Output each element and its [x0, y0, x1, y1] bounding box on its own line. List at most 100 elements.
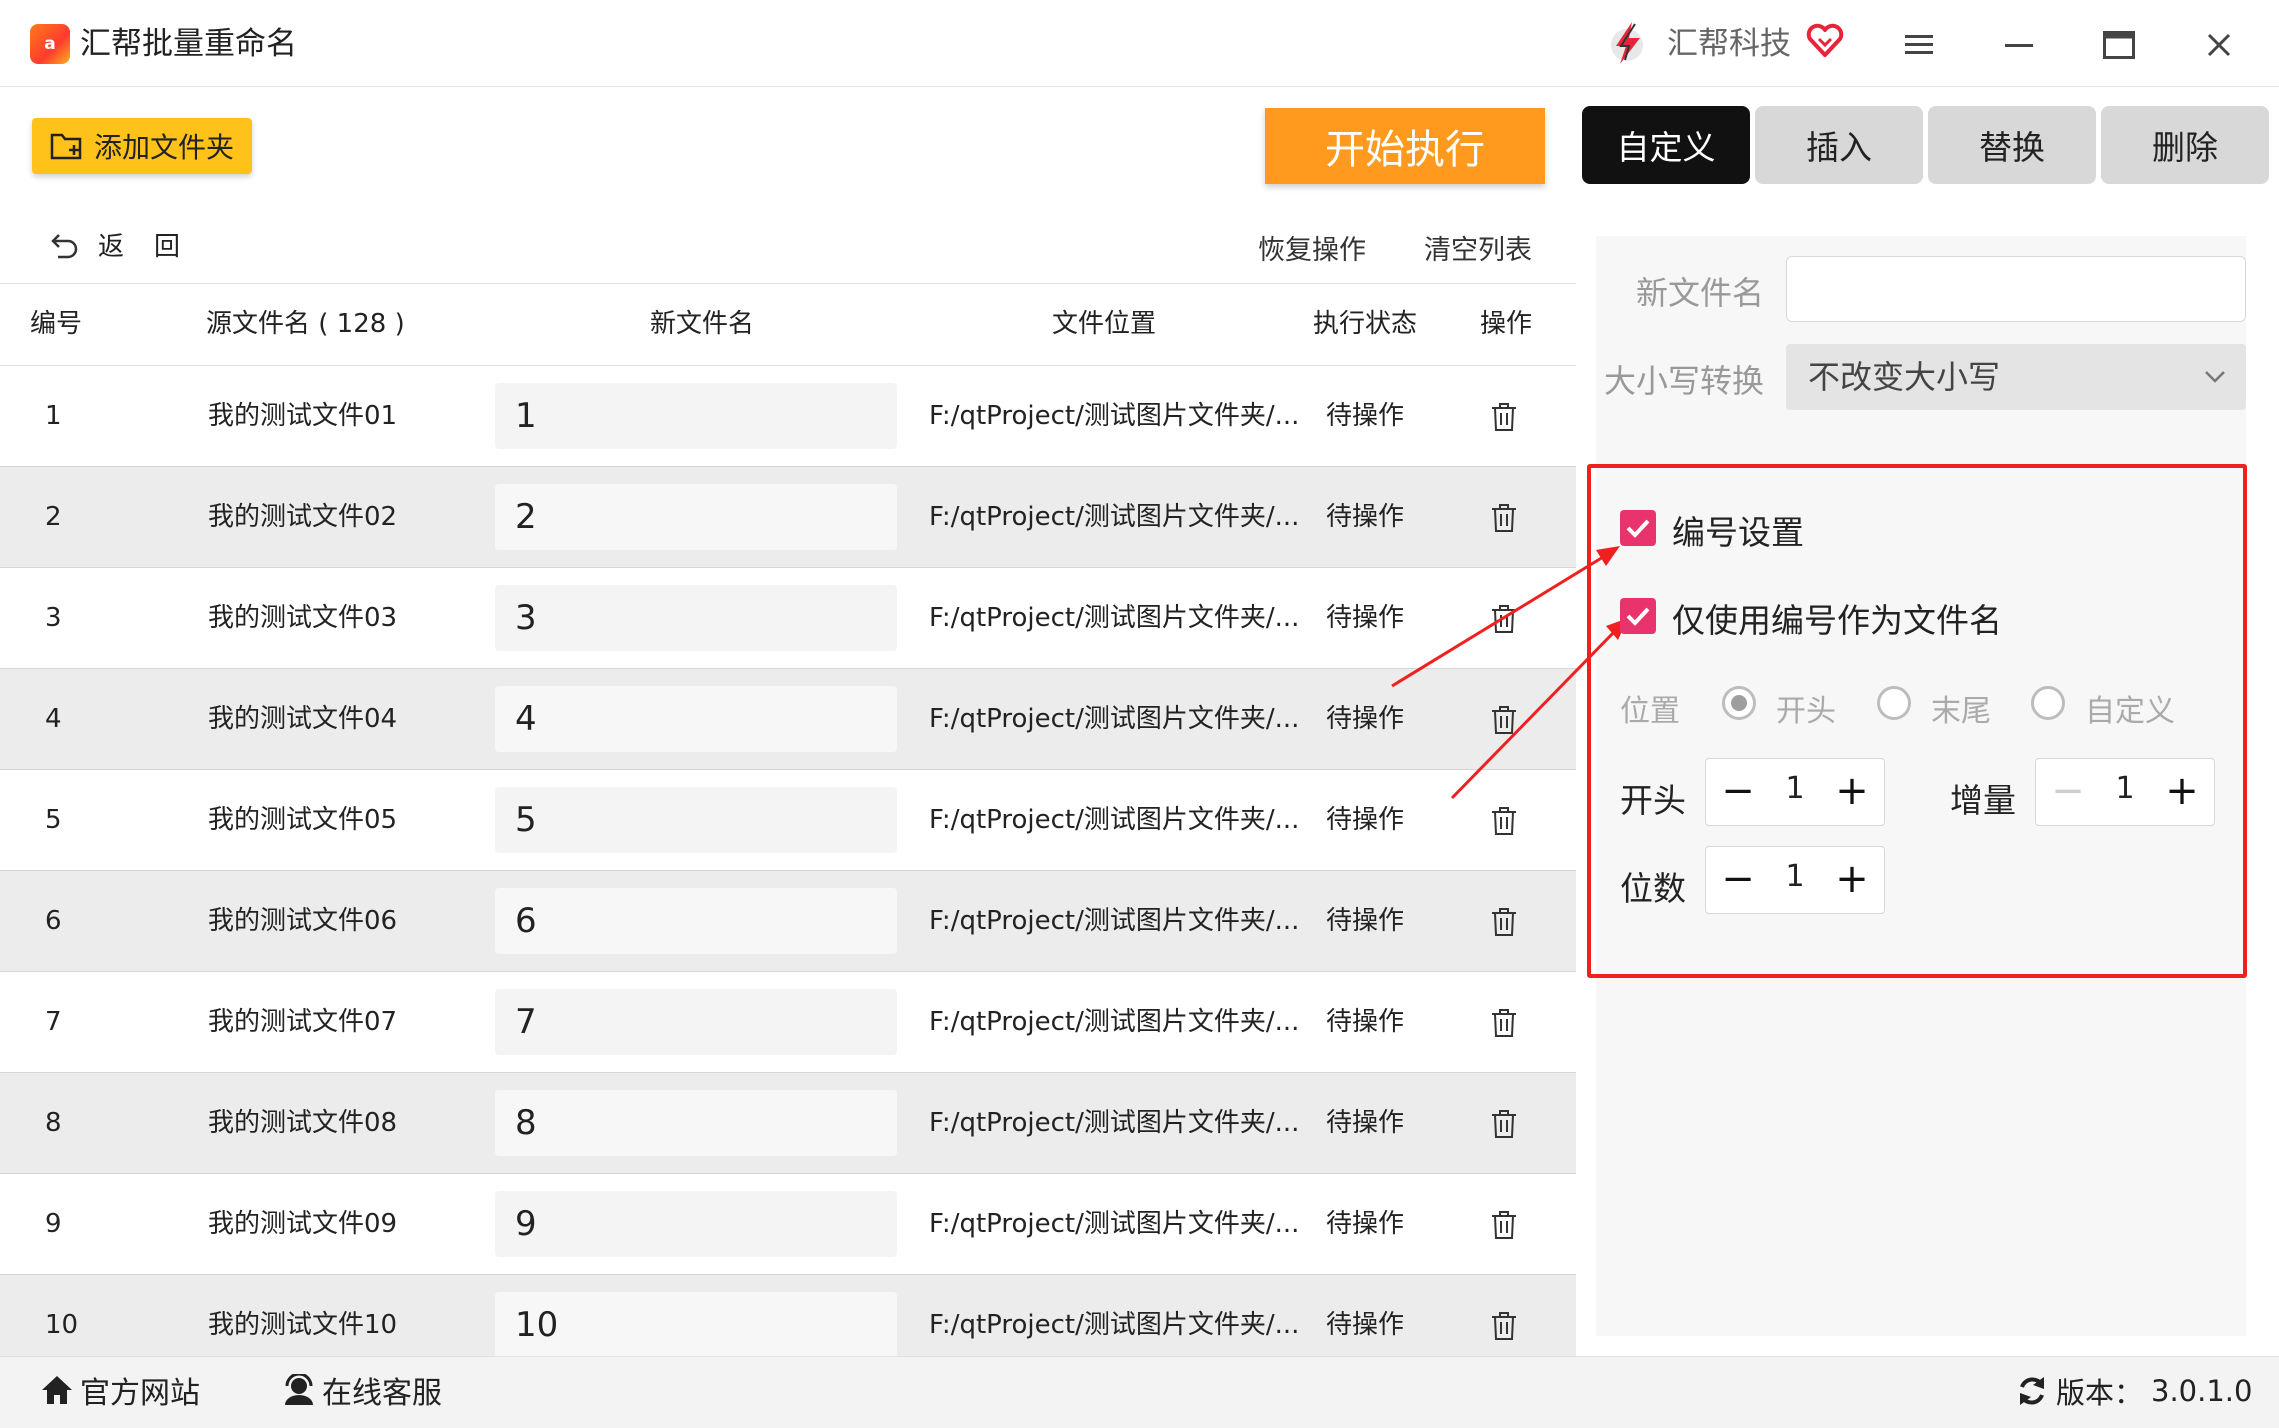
- start-button[interactable]: 开始执行: [1265, 108, 1545, 184]
- official-website-link[interactable]: 官方网站: [40, 1368, 200, 1412]
- tab-delete[interactable]: 删除: [2101, 106, 2269, 184]
- checkmark-icon: [1626, 607, 1650, 626]
- file-table: 编号 源文件名 ( 128 ) 新文件名 文件位置 执行状态 操作 1 我的测试…: [0, 283, 1576, 1376]
- row-new-name-field[interactable]: 3: [495, 585, 897, 651]
- digits-increment-button[interactable]: +: [1830, 856, 1874, 902]
- version-label: 版本：: [2056, 1376, 2144, 1410]
- row-new-name-field[interactable]: 2: [495, 484, 897, 550]
- table-row[interactable]: 8 我的测试文件08 8 F:/qtProject/测试图片文件夹/... 待操…: [0, 1073, 1576, 1174]
- version-value: 3.0.1.0: [2151, 1374, 2253, 1408]
- position-radio-custom[interactable]: [2031, 686, 2065, 720]
- row-new-name-field[interactable]: 1: [495, 383, 897, 449]
- minimize-icon[interactable]: [1994, 20, 2044, 70]
- table-header: 编号 源文件名 ( 128 ) 新文件名 文件位置 执行状态 操作: [0, 283, 1576, 366]
- row-source-name: 我的测试文件08: [208, 1108, 398, 1138]
- numbering-checkbox[interactable]: [1620, 510, 1656, 546]
- table-row[interactable]: 5 我的测试文件05 5 F:/qtProject/测试图片文件夹/... 待操…: [0, 770, 1576, 871]
- row-index: 8: [45, 1108, 62, 1138]
- online-support-link[interactable]: 在线客服: [282, 1368, 442, 1412]
- row-location: F:/qtProject/测试图片文件夹/...: [929, 401, 1300, 431]
- undo-arrow-icon: [51, 233, 78, 258]
- row-new-name-field[interactable]: 4: [495, 686, 897, 752]
- position-option-end: 末尾: [1931, 694, 1991, 729]
- menu-icon[interactable]: [1894, 20, 1944, 70]
- row-location: F:/qtProject/测试图片文件夹/...: [929, 502, 1300, 532]
- row-index: 5: [45, 805, 62, 835]
- support-label: 在线客服: [322, 1376, 442, 1411]
- table-row[interactable]: 9 我的测试文件09 9 F:/qtProject/测试图片文件夹/... 待操…: [0, 1174, 1576, 1275]
- clear-list-button[interactable]: 清空列表: [1424, 228, 1532, 267]
- heart-icon[interactable]: [1806, 22, 1844, 60]
- window-title: 汇帮批量重命名: [80, 26, 297, 62]
- row-index: 7: [45, 1007, 62, 1037]
- position-option-start: 开头: [1776, 694, 1836, 729]
- row-location: F:/qtProject/测试图片文件夹/...: [929, 704, 1300, 734]
- refresh-icon[interactable]: [2016, 1375, 2048, 1407]
- header-status: 执行状态: [1313, 309, 1418, 339]
- trash-icon[interactable]: [1490, 1311, 1518, 1341]
- trash-icon[interactable]: [1490, 907, 1518, 937]
- row-index: 9: [45, 1209, 62, 1239]
- digits-stepper[interactable]: − 1 +: [1705, 846, 1885, 914]
- row-new-name-field[interactable]: 10: [495, 1292, 897, 1358]
- row-source-name: 我的测试文件05: [208, 805, 398, 835]
- table-row[interactable]: 3 我的测试文件03 3 F:/qtProject/测试图片文件夹/... 待操…: [0, 568, 1576, 669]
- row-location: F:/qtProject/测试图片文件夹/...: [929, 1209, 1300, 1239]
- annotation-arrows: [1391, 546, 1628, 800]
- new-name-input[interactable]: [1786, 256, 2246, 322]
- row-location: F:/qtProject/测试图片文件夹/...: [929, 805, 1300, 835]
- maximize-icon[interactable]: [2094, 20, 2144, 70]
- tab-insert[interactable]: 插入: [1755, 106, 1923, 184]
- start-increment-button[interactable]: +: [1830, 768, 1874, 814]
- back-label: 返回: [98, 232, 211, 262]
- row-new-name-field[interactable]: 6: [495, 888, 897, 954]
- restore-button[interactable]: 恢复操作: [1258, 228, 1366, 267]
- increment-increment-button[interactable]: +: [2160, 768, 2204, 814]
- only-number-label: 仅使用编号作为文件名: [1672, 601, 2002, 640]
- table-row[interactable]: 1 我的测试文件01 1 F:/qtProject/测试图片文件夹/... 待操…: [0, 366, 1576, 467]
- table-row[interactable]: 2 我的测试文件02 2 F:/qtProject/测试图片文件夹/... 待操…: [0, 467, 1576, 568]
- trash-icon[interactable]: [1490, 1008, 1518, 1038]
- row-location: F:/qtProject/测试图片文件夹/...: [929, 1108, 1300, 1138]
- row-status: 待操作: [1326, 401, 1405, 431]
- start-label: 开头: [1620, 781, 1686, 820]
- position-radio-start[interactable]: [1722, 686, 1756, 720]
- header-new-name: 新文件名: [650, 309, 755, 339]
- brand-name: 汇帮科技: [1667, 26, 1791, 62]
- tab-replace[interactable]: 替换: [1928, 106, 2096, 184]
- only-number-checkbox[interactable]: [1620, 598, 1656, 634]
- trash-icon[interactable]: [1490, 1109, 1518, 1139]
- app-logo-icon: a: [30, 24, 70, 64]
- table-row[interactable]: 6 我的测试文件06 6 F:/qtProject/测试图片文件夹/... 待操…: [0, 871, 1576, 972]
- case-select[interactable]: 不改变大小写: [1786, 344, 2246, 410]
- row-new-name-field[interactable]: 5: [495, 787, 897, 853]
- position-radio-end[interactable]: [1877, 686, 1911, 720]
- row-index: 6: [45, 906, 62, 936]
- row-index: 3: [45, 603, 62, 633]
- table-row[interactable]: 4 我的测试文件04 4 F:/qtProject/测试图片文件夹/... 待操…: [0, 669, 1576, 770]
- trash-icon[interactable]: [1490, 1210, 1518, 1240]
- row-location: F:/qtProject/测试图片文件夹/...: [929, 603, 1300, 633]
- chevron-down-icon: [2205, 371, 2225, 383]
- increment-stepper[interactable]: − 1 +: [2035, 758, 2215, 826]
- digits-label: 位数: [1620, 869, 1686, 908]
- trash-icon[interactable]: [1490, 402, 1518, 432]
- back-button[interactable]: 返回: [50, 226, 210, 263]
- row-index: 1: [45, 401, 62, 431]
- close-icon[interactable]: [2194, 20, 2244, 70]
- folder-add-icon: [50, 133, 82, 160]
- support-agent-icon: [285, 1374, 313, 1405]
- row-new-name-field[interactable]: 7: [495, 989, 897, 1055]
- row-new-name-field[interactable]: 8: [495, 1090, 897, 1156]
- position-label: 位置: [1620, 694, 1680, 729]
- table-row[interactable]: 7 我的测试文件07 7 F:/qtProject/测试图片文件夹/... 待操…: [0, 972, 1576, 1073]
- row-source-name: 我的测试文件02: [208, 502, 398, 532]
- row-new-name-field[interactable]: 9: [495, 1191, 897, 1257]
- row-source-name: 我的测试文件07: [208, 1007, 398, 1037]
- add-folder-label: 添加文件夹: [94, 131, 235, 164]
- tab-custom[interactable]: 自定义: [1582, 106, 1750, 184]
- start-stepper[interactable]: − 1 +: [1705, 758, 1885, 826]
- add-folder-button[interactable]: 添加文件夹: [32, 118, 252, 174]
- row-source-name: 我的测试文件09: [208, 1209, 398, 1239]
- case-label: 大小写转换: [1604, 362, 1765, 400]
